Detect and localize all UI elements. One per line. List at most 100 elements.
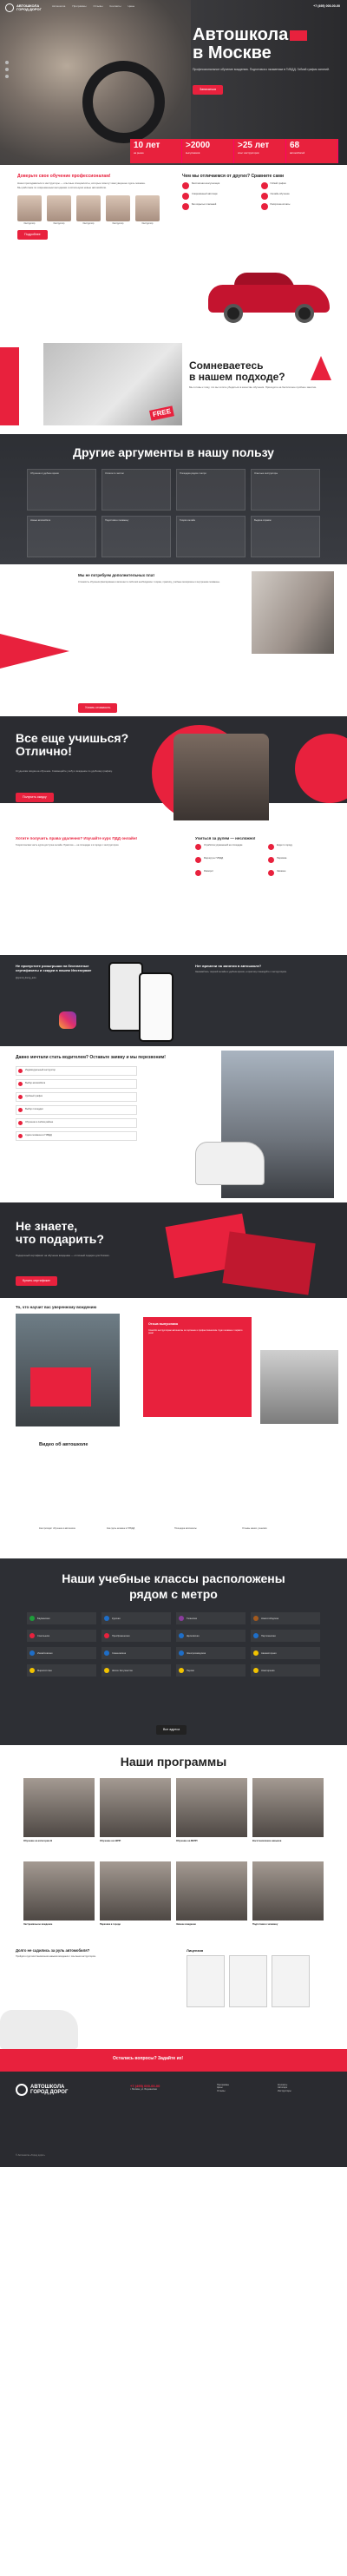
rule-item: Маршруты ГИБДД: [195, 856, 261, 863]
fees-price-button[interactable]: Узнать стоимость: [78, 703, 118, 713]
learn-discount-button[interactable]: Получить скидку: [16, 793, 54, 802]
nav-item[interactable]: Автошкола: [52, 4, 65, 9]
metro-station[interactable]: Курская: [101, 1612, 171, 1625]
metro-icon: [29, 1668, 35, 1674]
program-card[interactable]: Обучение на категорию B: [23, 1778, 95, 1856]
facebook-icon[interactable]: [5, 75, 9, 78]
video-card[interactable]: Как проходит обучение в автошколе: [39, 1472, 101, 1530]
metro-station[interactable]: Новогиреево: [251, 1664, 320, 1677]
map-icon: [195, 856, 201, 863]
metro-station-label: Преображенская: [112, 1634, 130, 1637]
rule-label: Парковка: [277, 856, 287, 860]
metro-station-label: Новослободская: [261, 1617, 279, 1620]
instagram-handle[interactable]: @gorod_dorog_avto: [16, 977, 36, 979]
metro-icon: [104, 1616, 109, 1622]
program-card[interactable]: Обучение на АКПП: [100, 1778, 171, 1856]
program-card[interactable]: Парковка в городе: [100, 1861, 171, 1940]
metro-station[interactable]: Партизанская: [251, 1630, 320, 1643]
option-row[interactable]: Обучение в любом районе: [16, 1117, 137, 1128]
footer-link[interactable]: Инструкторы: [278, 2090, 291, 2092]
nav-item[interactable]: Программы: [72, 4, 86, 9]
instagram-icon[interactable]: [5, 68, 9, 71]
option-row[interactable]: Удобный график: [16, 1091, 137, 1102]
top-nav: Автошкола Программы Отзывы Контакты Цены: [52, 4, 135, 9]
steering-wheel-image: [82, 61, 165, 143]
nav-item[interactable]: Контакты: [110, 4, 121, 9]
clock-icon: [260, 181, 268, 189]
license-text-block: Хотите получить права удаленно? Изучайте…: [16, 836, 180, 847]
cta-text: Остались вопросы? Задайте их!: [113, 2056, 184, 2061]
staff-list: Инструктор Инструктор Инструктор Инструк…: [17, 195, 174, 225]
option-row[interactable]: Индивидуальный инструктор: [16, 1065, 137, 1076]
nav-item[interactable]: Цены: [128, 4, 135, 9]
program-card[interactable]: Зимнее вождение: [176, 1861, 247, 1940]
compare-item: Рассрочка оплаты: [260, 202, 335, 210]
metro-station[interactable]: Измайловская: [27, 1647, 96, 1660]
instagram-icon[interactable]: [59, 1011, 76, 1029]
programs-section: Наши программы Обучение на категорию B О…: [0, 1745, 347, 1945]
instagram-section: Не пропустите розыгрыши на бесплатные се…: [0, 955, 347, 1046]
metro-station[interactable]: Бауманская: [27, 1612, 96, 1625]
trust-paragraph: Наши преподаватели и инструкторы — опытн…: [17, 181, 146, 185]
site-logo[interactable]: АВТОШКОЛА ГОРОД ДОРОГ: [5, 3, 42, 12]
nav-item[interactable]: Отзывы: [94, 4, 103, 9]
metro-all-button[interactable]: Все адреса: [156, 1725, 187, 1735]
footer-link[interactable]: Отзывы: [217, 2090, 229, 2092]
video-card[interactable]: Площадка автошколы: [174, 1472, 237, 1530]
arg-label: Опытные инструкторы: [254, 472, 278, 476]
option-row[interactable]: Выбор автомобиля: [16, 1078, 137, 1089]
gift-buy-button[interactable]: Купить сертификат: [16, 1276, 57, 1286]
stat-value: >2000: [186, 141, 211, 150]
metro-station[interactable]: Таганская: [176, 1612, 246, 1625]
trust-more-button[interactable]: Подробнее: [17, 230, 48, 240]
programs-title: Наши программы: [120, 1755, 227, 1769]
program-card[interactable]: Экстремальное вождение: [23, 1861, 95, 1940]
option-row[interactable]: Выбор площадки: [16, 1104, 137, 1115]
video-card[interactable]: Как сдать экзамен в ГИБДД: [107, 1472, 169, 1530]
license-docs: Лицензия: [187, 1948, 334, 2008]
header-phone[interactable]: +7 (495) 000-00-00: [313, 4, 340, 9]
metro-station[interactable]: Сокольники: [27, 1630, 96, 1643]
metro-station[interactable]: Семеновская: [101, 1647, 171, 1660]
metro-station[interactable]: Шоссе Энтузиастов: [101, 1664, 171, 1677]
stat-card: 10 лет на рынке: [130, 139, 182, 163]
hero-title: Автошкола в Москве: [193, 26, 308, 63]
document-thumbnail[interactable]: [187, 1955, 225, 2008]
document-thumbnail[interactable]: [229, 1955, 267, 2008]
program-card[interactable]: Подготовка к экзамену: [252, 1861, 324, 1940]
hero-signup-button[interactable]: Записаться: [193, 85, 224, 95]
gift-envelope-image: [222, 1231, 316, 1295]
metro-station[interactable]: Перово: [176, 1664, 246, 1677]
footer-logo[interactable]: АВТОШКОЛА ГОРОД ДОРОГ: [16, 2084, 68, 2096]
program-card[interactable]: Восстановление навыков: [252, 1778, 324, 1856]
reviews-title: То, что научит вас уверенному вождению: [16, 1305, 97, 1309]
trust-title: Доверьте свое обучение профессионалам!: [17, 174, 174, 180]
metro-station-label: Бауманская: [37, 1617, 50, 1620]
video-grid: Как проходит обучение в автошколе Как сд…: [39, 1472, 304, 1530]
document-thumbnail[interactable]: [272, 1955, 310, 2008]
avatar: [135, 195, 160, 222]
logo-line2: ГОРОД ДОРОГ: [30, 2090, 69, 2095]
metro-station[interactable]: Щелковская: [176, 1630, 246, 1643]
compare-item-label: Рассрочка оплаты: [270, 202, 291, 206]
metro-station-label: Сокольники: [37, 1634, 50, 1637]
metro-icon: [104, 1633, 109, 1639]
rule-label: Отработка упражнений на площадке: [204, 843, 243, 847]
program-card[interactable]: Обучение на МКПП: [176, 1778, 247, 1856]
cta-bar[interactable]: Остались вопросы? Задайте их!: [0, 2049, 347, 2072]
metro-grid: Бауманская Курская Таганская Новослободская…: [27, 1612, 320, 1677]
metro-station[interactable]: Новослободская: [251, 1612, 320, 1625]
metro-station[interactable]: Преображенская: [101, 1630, 171, 1643]
video-card[interactable]: Отзывы наших учеников: [242, 1472, 304, 1530]
metro-station-label: Марксистская: [37, 1669, 52, 1672]
program-image: [176, 1778, 247, 1838]
vk-icon[interactable]: [5, 61, 9, 64]
metro-station[interactable]: Авиамоторная: [251, 1647, 320, 1660]
program-label: Подготовка к экзамену: [252, 1923, 278, 1927]
metro-icon: [179, 1616, 184, 1622]
phone-mockup: [108, 962, 143, 1031]
metro-station[interactable]: Электрозаводская: [176, 1647, 246, 1660]
video-caption: Как сдать экзамен в ГИБДД: [107, 1527, 135, 1530]
metro-station[interactable]: Марксистская: [27, 1664, 96, 1677]
option-row[interactable]: Сдача экзамена в ГИБДД: [16, 1130, 137, 1141]
